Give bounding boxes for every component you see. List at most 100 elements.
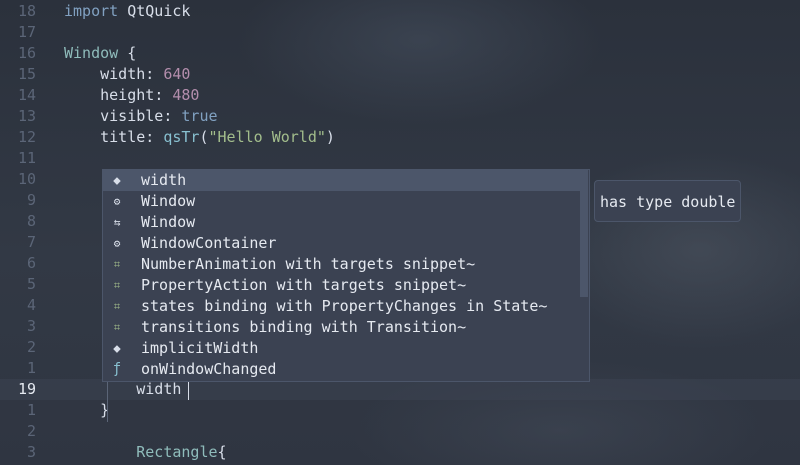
completion-item[interactable]: ⌗ states binding with PropertyChanges in … — [103, 296, 581, 317]
completion-item[interactable]: ⬥ width — [103, 170, 581, 191]
code-line[interactable]: 15 width: 640 — [0, 64, 800, 85]
completion-item[interactable]: ⬥ implicitWidth — [103, 338, 581, 359]
indent-guide — [107, 380, 108, 422]
line-number: 12 — [17, 128, 36, 146]
completion-item[interactable]: ⌗ transitions binding with Transition~ — [103, 317, 581, 338]
completion-item[interactable]: ⌗ PropertyAction with targets snippet~ — [103, 275, 581, 296]
completion-item-label: WindowContainer — [141, 234, 277, 252]
code-token: import — [64, 2, 119, 20]
code-text: title: qsTr("Hello World") — [64, 127, 335, 148]
code-line[interactable]: 18 import QtQuick — [0, 1, 800, 22]
current-code-line[interactable]: 19 width — [0, 379, 800, 400]
code-text: } — [64, 400, 109, 421]
code-text: import QtQuick — [64, 1, 190, 22]
code-line[interactable]: 11 — [0, 148, 800, 169]
code-token: QtQuick — [118, 2, 191, 20]
line-number: 9 — [26, 191, 36, 209]
code-token: 480 — [172, 86, 200, 104]
code-line[interactable]: 1 } — [0, 400, 800, 421]
code-token: ) — [325, 128, 335, 146]
code-text: width: 640 — [64, 64, 190, 85]
code-line[interactable]: 17 — [0, 22, 800, 43]
code-token: qsTr — [163, 128, 200, 146]
line-number: 7 — [26, 233, 36, 251]
completion-popup[interactable]: ⬥ width ⚙ Window ⇆ Window ⚙ WindowContainer ⌗ Num… — [102, 169, 590, 382]
tag-icon: ⬥ — [113, 342, 121, 355]
line-number: 3 — [26, 443, 36, 461]
completion-item-label: states binding with PropertyChanges in S… — [141, 297, 548, 315]
gear-icon: ⚙ — [113, 195, 121, 208]
line-number: 15 — [17, 65, 36, 83]
code-token: height — [100, 86, 155, 104]
completion-item[interactable]: ⚙ WindowContainer — [103, 233, 581, 254]
type-tooltip: has type double — [594, 180, 742, 222]
line-number: 2 — [26, 422, 36, 440]
line-number: 10 — [17, 170, 36, 188]
completion-item[interactable]: ⇆ Window — [103, 212, 581, 233]
code-text: width — [64, 379, 181, 400]
line-number: 13 — [17, 107, 36, 125]
line-number: 14 — [17, 86, 36, 104]
line-number: 1 — [26, 401, 36, 419]
code-line[interactable]: 3 Rectangle{ — [0, 442, 800, 463]
code-token: ( — [199, 128, 209, 146]
snippet-icon: ⌗ — [113, 300, 121, 313]
code-token: : — [154, 86, 173, 104]
completion-item-label: Window — [141, 213, 196, 231]
code-text: Window { — [64, 43, 136, 64]
code-token: : — [145, 128, 164, 146]
completion-item[interactable]: ƒ onWindowChanged — [103, 359, 581, 380]
completion-item-label: width — [141, 171, 187, 189]
completion-item[interactable]: ⌗ NumberAnimation with targets snippet~ — [103, 254, 581, 275]
completion-item[interactable]: ⚙ Window — [103, 191, 581, 212]
completion-item-label: NumberAnimation with targets snippet~ — [141, 255, 476, 273]
gear-icon: ⚙ — [113, 237, 121, 250]
code-token: width — [100, 65, 146, 83]
snippet-icon: ⌗ — [113, 321, 121, 334]
code-token: : — [163, 107, 182, 125]
code-token: Window — [64, 44, 119, 62]
line-number: 5 — [26, 275, 36, 293]
line-number: 19 — [17, 380, 36, 398]
code-token: 640 — [163, 65, 191, 83]
code-token: "Hello World" — [208, 128, 326, 146]
line-number: 3 — [26, 317, 36, 335]
line-number: 17 — [17, 23, 36, 41]
code-token: width — [136, 380, 182, 398]
code-line[interactable]: 2 — [0, 421, 800, 442]
code-token: true — [181, 107, 218, 125]
code-token: { — [127, 44, 137, 62]
completion-item-label: implicitWidth — [141, 339, 259, 357]
line-number: 18 — [17, 2, 36, 20]
line-number: 6 — [26, 254, 36, 272]
code-line[interactable]: 13 visible: true — [0, 106, 800, 127]
code-editor[interactable]: 18 import QtQuick 17 16 Window {15 width: 64… — [0, 0, 800, 465]
completion-item-label: transitions binding with Transition~ — [141, 318, 467, 336]
tag-icon: ⬥ — [113, 174, 121, 187]
completion-item-label: Window — [141, 192, 196, 210]
completion-scrollbar[interactable] — [580, 170, 588, 297]
code-line[interactable]: 12 title: qsTr("Hello World") — [0, 127, 800, 148]
code-token: { — [217, 443, 227, 461]
code-line[interactable]: 16 Window { — [0, 43, 800, 64]
code-text: height: 480 — [64, 85, 199, 106]
completion-item-label: onWindowChanged — [141, 360, 277, 378]
line-number: 11 — [17, 149, 36, 167]
snippet-icon: ⌗ — [113, 279, 121, 292]
completion-item-label: PropertyAction with targets snippet~ — [141, 276, 467, 294]
struct-icon: ⇆ — [113, 216, 121, 229]
code-token: title — [100, 128, 146, 146]
snippet-icon: ⌗ — [113, 258, 121, 271]
line-number: 16 — [17, 44, 36, 62]
code-text: visible: true — [64, 106, 218, 127]
code-line[interactable]: 14 height: 480 — [0, 85, 800, 106]
line-number: 8 — [26, 212, 36, 230]
